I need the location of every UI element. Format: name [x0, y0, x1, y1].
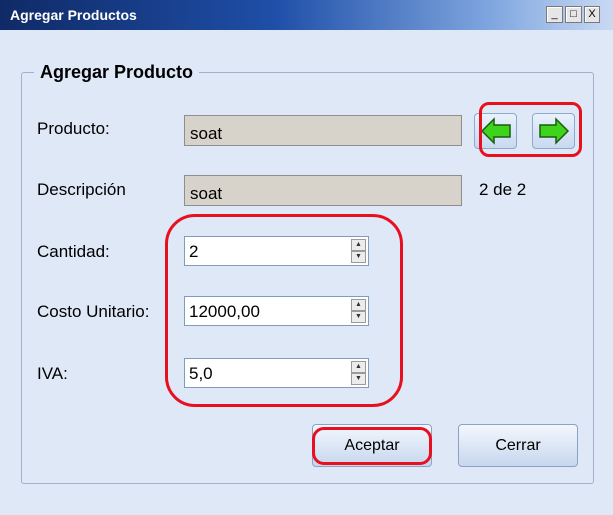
cantidad-label: Cantidad:: [37, 242, 110, 261]
iva-label: IVA:: [37, 364, 68, 383]
producto-field[interactable]: soat: [184, 115, 462, 146]
nav-highlight: [479, 102, 582, 157]
cerrar-button[interactable]: Cerrar: [458, 424, 578, 467]
descripcion-field[interactable]: soat: [184, 175, 462, 206]
close-button[interactable]: X: [584, 6, 600, 23]
window-title: Agregar Productos: [10, 7, 137, 23]
costo-label: Costo Unitario:: [37, 302, 150, 321]
minimize-button[interactable]: _: [546, 6, 563, 23]
descripcion-label: Descripción: [37, 180, 126, 199]
group-legend: Agregar Producto: [34, 62, 200, 83]
record-counter: 2 de 2: [479, 180, 527, 199]
maximize-button[interactable]: □: [565, 6, 582, 23]
producto-label: Producto:: [37, 119, 110, 138]
fields-highlight: [165, 214, 403, 407]
title-bar: Agregar Productos _ □ X: [0, 0, 613, 30]
aceptar-highlight: [312, 427, 432, 465]
